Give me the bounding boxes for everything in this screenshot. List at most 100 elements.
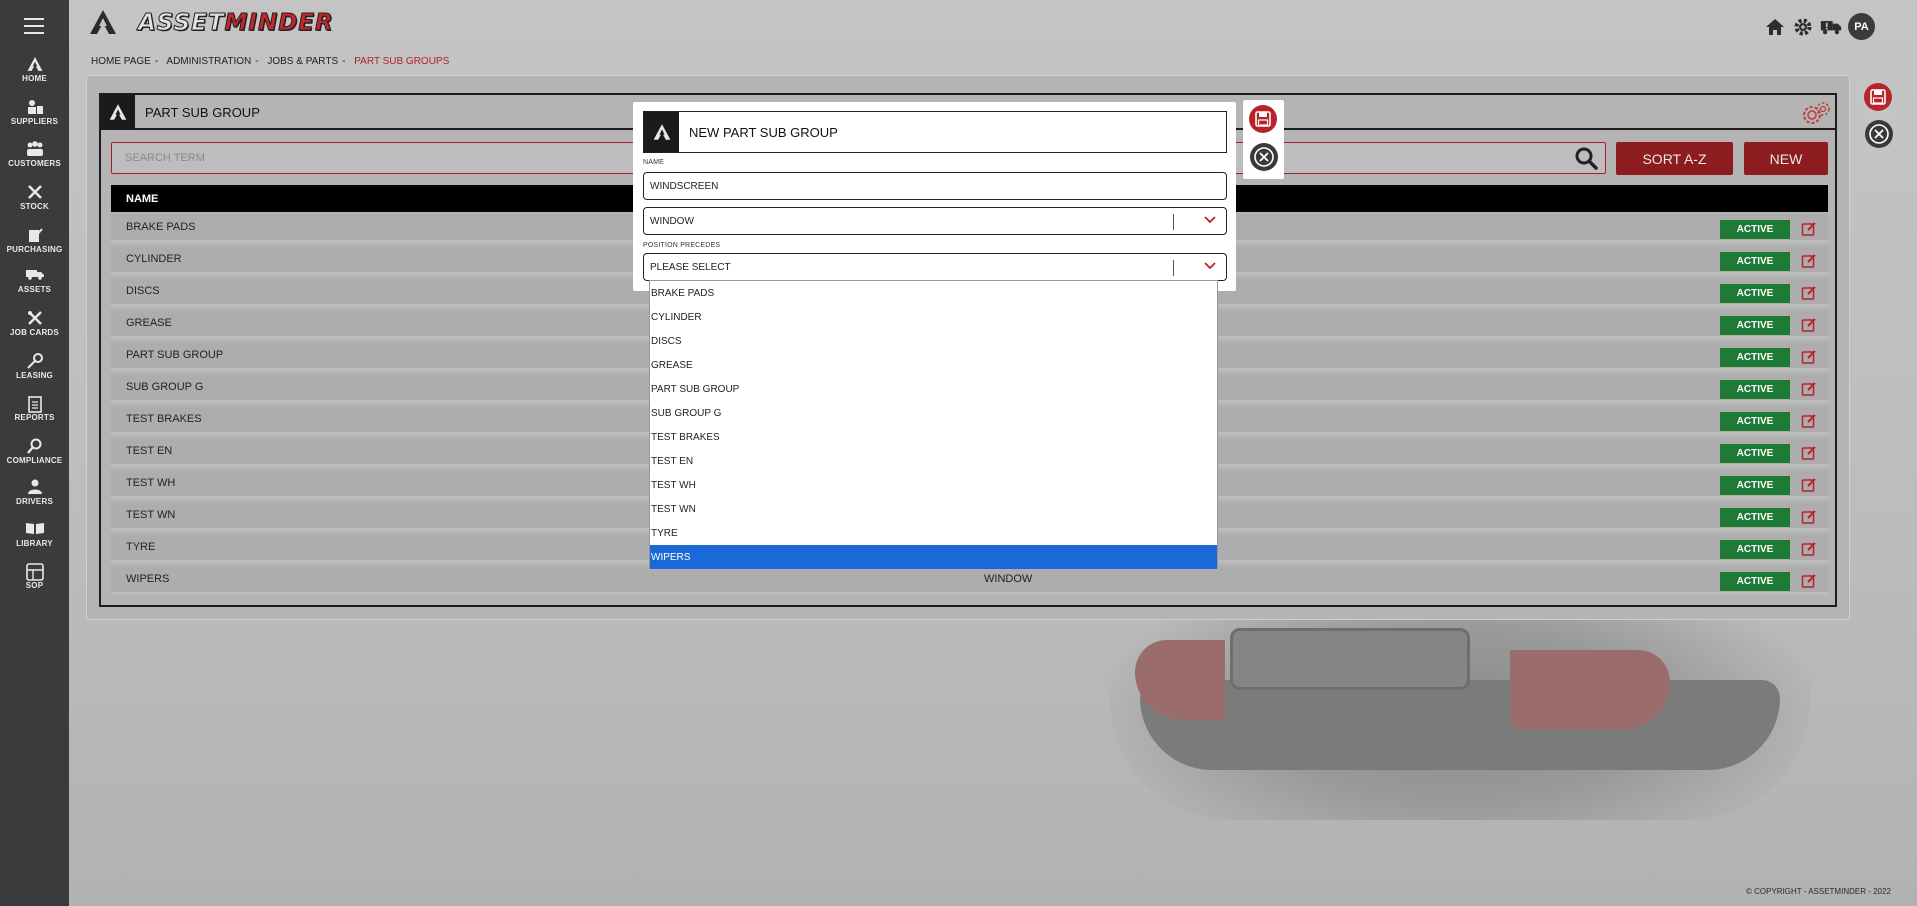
top-icons: PA: [1764, 13, 1875, 40]
status-badge[interactable]: ACTIVE: [1720, 476, 1790, 495]
dropdown-option[interactable]: TEST WH: [650, 473, 1217, 497]
search-icon[interactable]: [1574, 146, 1598, 173]
dropdown-option[interactable]: TYRE: [650, 521, 1217, 545]
modal-save-icon[interactable]: [1248, 104, 1278, 137]
new-button[interactable]: NEW: [1744, 142, 1828, 175]
dropdown-option[interactable]: TEST WN: [650, 497, 1217, 521]
magnifier-icon: [0, 438, 69, 456]
sidebar-item-customers[interactable]: CUSTOMERS: [0, 141, 69, 168]
customers-icon: [0, 141, 69, 159]
name-field[interactable]: WINDSCREEN: [643, 172, 1227, 200]
sidebar-item-label: LIBRARY: [16, 539, 53, 548]
app-logo-text: ASSETMINDER: [138, 10, 334, 37]
sidebar-item-label: SUPPLIERS: [10, 117, 59, 126]
sidebar-item-drivers[interactable]: DRIVERS: [0, 479, 69, 506]
sort-az-button[interactable]: SORT A-Z: [1616, 142, 1733, 175]
row-name: CYLINDER: [126, 253, 182, 265]
breadcrumb-administration[interactable]: ADMINISTRATION: [166, 56, 251, 67]
sidebar-item-label: ASSETS: [17, 285, 52, 294]
modal-close-icon[interactable]: [1249, 142, 1279, 175]
edit-icon[interactable]: [1801, 221, 1817, 240]
group-select-value: WINDOW: [650, 215, 694, 227]
dropdown-option[interactable]: DISCS: [650, 329, 1217, 353]
edit-icon[interactable]: [1801, 477, 1817, 496]
edit-icon[interactable]: [1801, 285, 1817, 304]
edit-icon[interactable]: [1801, 509, 1817, 528]
status-badge[interactable]: ACTIVE: [1720, 572, 1790, 591]
sidebar-item-assets[interactable]: ASSETS: [0, 267, 69, 294]
dropdown-option[interactable]: SUB GROUP G: [650, 401, 1217, 425]
save-icon[interactable]: [1863, 82, 1893, 115]
row-name: DISCS: [126, 285, 160, 297]
status-badge[interactable]: ACTIVE: [1720, 380, 1790, 399]
position-precedes-select[interactable]: PLEASE SELECT: [643, 253, 1227, 281]
panel-title: PART SUB GROUP: [145, 104, 260, 120]
gear-icon[interactable]: [1792, 16, 1814, 38]
group-select[interactable]: WINDOW: [643, 207, 1227, 235]
truck-alert-icon[interactable]: [1820, 16, 1842, 38]
edit-icon[interactable]: [1801, 445, 1817, 464]
dropdown-option[interactable]: TEST EN: [650, 449, 1217, 473]
sidebar-item-compliance[interactable]: COMPLIANCE: [0, 438, 69, 465]
settings-gears-icon[interactable]: [1800, 100, 1832, 131]
sidebar-item-label: STOCK: [20, 202, 49, 211]
purchasing-icon: [0, 227, 69, 245]
status-badge[interactable]: ACTIVE: [1720, 316, 1790, 335]
name-label: NAME: [643, 159, 665, 166]
table-row[interactable]: WIPERS WINDOW ACTIVE: [111, 566, 1828, 595]
edit-icon[interactable]: [1801, 573, 1817, 592]
row-name: SUB GROUP G: [126, 381, 204, 393]
sidebar-item-label: HOME: [22, 74, 47, 83]
chevron-down-icon[interactable]: [1204, 262, 1216, 273]
home-icon[interactable]: [1764, 16, 1786, 38]
copyright-text: © COPYRIGHT - ASSETMINDER - 2022: [1746, 887, 1891, 896]
row-name: WIPERS: [126, 573, 170, 585]
user-avatar[interactable]: PA: [1848, 13, 1875, 40]
dropdown-option[interactable]: CYLINDER: [650, 305, 1217, 329]
row-name: TEST EN: [126, 445, 173, 457]
sidebar-item-sop[interactable]: SOP: [0, 563, 69, 590]
close-icon[interactable]: [1864, 119, 1894, 152]
sidebar-item-purchasing[interactable]: PURCHASING: [0, 227, 69, 254]
sidebar-item-home[interactable]: HOME: [0, 56, 69, 83]
column-name-header[interactable]: NAME: [126, 193, 158, 205]
sidebar-item-stock[interactable]: STOCK: [0, 184, 69, 211]
edit-icon[interactable]: [1801, 413, 1817, 432]
sidebar-item-label: COMPLIANCE: [6, 456, 63, 465]
sidebar-item-label: REPORTS: [14, 413, 55, 422]
status-badge[interactable]: ACTIVE: [1720, 508, 1790, 527]
dropdown-option[interactable]: GREASE: [650, 353, 1217, 377]
dropdown-option[interactable]: TEST BRAKES: [650, 425, 1217, 449]
edit-icon[interactable]: [1801, 317, 1817, 336]
sidebar-item-library[interactable]: LIBRARY: [0, 521, 69, 548]
edit-icon[interactable]: [1801, 253, 1817, 272]
dropdown-option[interactable]: PART SUB GROUP: [650, 377, 1217, 401]
status-badge[interactable]: ACTIVE: [1720, 220, 1790, 239]
status-badge[interactable]: ACTIVE: [1720, 412, 1790, 431]
edit-icon[interactable]: [1801, 381, 1817, 400]
status-badge[interactable]: ACTIVE: [1720, 444, 1790, 463]
clipboard-icon: [0, 395, 69, 413]
dropdown-option[interactable]: WIPERS: [650, 545, 1217, 569]
row-group: WINDOW: [984, 573, 1033, 585]
sidebar-item-suppliers[interactable]: SUPPLIERS: [0, 99, 69, 126]
sidebar-item-job-cards[interactable]: JOB CARDS: [0, 310, 69, 337]
status-badge[interactable]: ACTIVE: [1720, 284, 1790, 303]
status-badge[interactable]: ACTIVE: [1720, 252, 1790, 271]
sidebar-item-label: SOP: [25, 581, 44, 590]
breadcrumb-jobs-parts[interactable]: JOBS & PARTS: [267, 56, 338, 67]
chevron-down-icon[interactable]: [1204, 216, 1216, 227]
sidebar-item-reports[interactable]: REPORTS: [0, 395, 69, 422]
sop-icon: [0, 563, 69, 581]
status-badge[interactable]: ACTIVE: [1720, 540, 1790, 559]
hamburger-menu-icon[interactable]: [24, 18, 44, 34]
app-logo-icon[interactable]: [88, 8, 118, 36]
edit-icon[interactable]: [1801, 541, 1817, 560]
edit-icon[interactable]: [1801, 349, 1817, 368]
sidebar-item-label: PURCHASING: [6, 245, 63, 254]
dropdown-option[interactable]: BRAKE PADS: [650, 281, 1217, 305]
sidebar-item-label: JOB CARDS: [10, 328, 59, 337]
sidebar-item-leasing[interactable]: LEASING: [0, 353, 69, 380]
status-badge[interactable]: ACTIVE: [1720, 348, 1790, 367]
breadcrumb-home[interactable]: HOME PAGE: [91, 56, 151, 67]
